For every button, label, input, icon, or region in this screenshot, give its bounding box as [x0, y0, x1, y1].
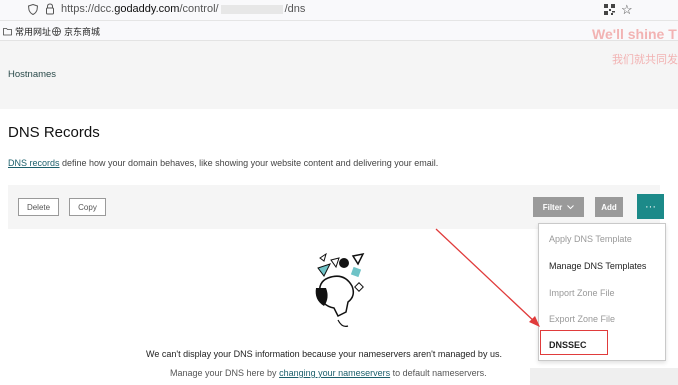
url-field[interactable]: https://dcc.godaddy.com/control/ /dns [61, 3, 305, 15]
folder-icon [3, 28, 12, 36]
hostnames-link[interactable]: Hostnames [8, 69, 56, 80]
hostnames-bar: Hostnames [0, 41, 678, 109]
menu-item-import-zone-file[interactable]: Import Zone File [549, 288, 615, 298]
description-text: define how your domain behaves, like sho… [59, 158, 439, 168]
empty-state-illustration [315, 252, 365, 327]
star-icon[interactable]: ☆ [621, 2, 633, 18]
bookmark-item[interactable]: 京东商城 [52, 25, 100, 38]
url-domain: godaddy.com [114, 3, 180, 15]
manage-dns-message: Manage your DNS here by changing your na… [170, 368, 487, 378]
bookmarks-bar: 常用网址 京东商城 [0, 21, 678, 41]
dnssec-annotation-box [540, 330, 608, 355]
menu-item-manage-dns-templates[interactable]: Manage DNS Templates [549, 261, 646, 271]
bookmark-item[interactable]: 常用网址 [3, 25, 51, 38]
more-options-button[interactable]: ··· [637, 194, 664, 219]
shield-icon[interactable] [28, 4, 38, 15]
manage-dns-prefix: Manage your DNS here by [170, 368, 280, 378]
lock-icon[interactable] [45, 3, 55, 15]
bookmark-label: 常用网址 [15, 27, 52, 37]
filter-button[interactable]: Filter [533, 197, 584, 217]
chevron-down-icon [567, 204, 575, 209]
browser-address-bar: https://dcc.godaddy.com/control/ /dns ☆ [0, 0, 678, 21]
page-title: DNS Records [8, 124, 100, 141]
delete-button[interactable]: Delete [18, 198, 59, 216]
globe-icon [52, 27, 61, 36]
qr-code-icon[interactable] [604, 4, 615, 15]
url-path: /control/ [179, 3, 219, 15]
obscured-area [530, 368, 678, 385]
watermark-line-1: We'll shine T [592, 26, 677, 42]
redacted-segment [220, 4, 283, 14]
copy-button[interactable]: Copy [69, 198, 106, 216]
filter-label: Filter [542, 202, 563, 212]
nameserver-message: We can't display your DNS information be… [146, 349, 502, 359]
dns-records-link[interactable]: DNS records [8, 158, 60, 168]
change-nameservers-link[interactable]: changing your nameservers [279, 368, 390, 378]
watermark-line-2: 我们就共同发 [612, 54, 678, 66]
menu-item-export-zone-file[interactable]: Export Zone File [549, 314, 615, 324]
url-prefix: https://dcc. [61, 3, 115, 15]
bookmark-label: 京东商城 [64, 27, 101, 37]
url-suffix: /dns [284, 3, 306, 15]
add-button[interactable]: Add [595, 197, 623, 217]
menu-item-apply-dns-template[interactable]: Apply DNS Template [549, 234, 632, 244]
manage-dns-suffix: to default nameservers. [390, 368, 487, 378]
page-description: DNS records define how your domain behav… [8, 158, 438, 168]
